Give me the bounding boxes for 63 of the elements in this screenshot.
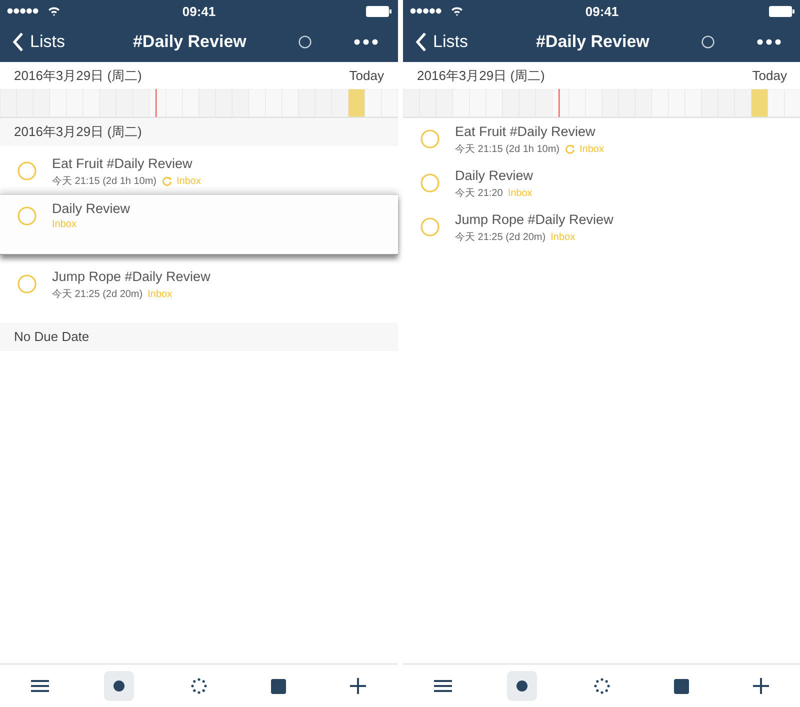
- dragged-task-card[interactable]: Daily Review Inbox: [0, 194, 398, 255]
- date-label: 2016年3月29日 (周二): [417, 66, 545, 84]
- checkbox-circle[interactable]: [17, 274, 37, 294]
- task-title: Eat Fruit #Daily Review: [455, 124, 596, 139]
- back-button[interactable]: Lists: [415, 32, 468, 52]
- task-title: Jump Rope #Daily Review: [52, 269, 210, 284]
- chevron-left-icon: [12, 32, 24, 52]
- task-row[interactable]: Jump Rope #Daily Review 今天 21:25 (2d 20m) Inbox: [403, 206, 800, 250]
- list-label: Inbox: [580, 144, 604, 154]
- task-title: Eat Fruit #Daily Review: [52, 156, 194, 171]
- dot-tab[interactable]: [104, 671, 134, 701]
- chevron-left-icon: [415, 32, 427, 52]
- square-icon: [271, 678, 286, 694]
- due-time: 今天 21:20: [455, 187, 503, 200]
- due-time: 今天 21:15 (2d 1h 10m): [455, 143, 560, 156]
- today-button[interactable]: Today: [349, 68, 384, 83]
- circle-icon[interactable]: [701, 35, 715, 49]
- due-time: 今天 21:15 (2d 1h 10m): [52, 175, 156, 188]
- menu-icon: [30, 679, 49, 693]
- task-row[interactable]: Daily Review 今天 21:20 Inbox: [403, 162, 800, 206]
- status-time: 09:41: [181, 4, 217, 18]
- section-header: 2016年3月29日 (周二): [0, 118, 398, 146]
- more-icon[interactable]: [354, 39, 378, 45]
- battery-icon: [366, 6, 392, 16]
- list-label: Inbox: [148, 288, 172, 300]
- square-icon: [674, 678, 690, 694]
- due-time: 今天 21:25 (2d 20m): [52, 288, 143, 301]
- dotted-circle-icon: [594, 678, 610, 694]
- task-row[interactable]: Eat Fruit #Daily Review 今天 21:15 (2d 1h 10m) Inbox: [0, 150, 398, 194]
- due-time: 今天 21:25 (2d 20m): [455, 231, 546, 244]
- screen-title: #Daily Review: [132, 32, 246, 52]
- list-label: Inbox: [176, 176, 201, 186]
- checkbox-circle[interactable]: [420, 217, 440, 237]
- list-label: Inbox: [52, 219, 76, 230]
- task-title: Daily Review: [455, 168, 534, 183]
- more-icon[interactable]: [757, 39, 781, 45]
- dotted-circle-icon: [190, 678, 207, 694]
- dot-tab[interactable]: [507, 671, 538, 701]
- status-time: 09:41: [584, 4, 620, 18]
- plus-icon: [350, 678, 366, 694]
- checkbox-circle[interactable]: [420, 173, 440, 193]
- date-label: 2016年3月29日 (周二): [14, 66, 142, 84]
- menu-icon: [434, 679, 452, 693]
- back-button[interactable]: Lists: [12, 32, 65, 52]
- wifi-icon: [48, 6, 60, 16]
- list-label: Inbox: [508, 188, 532, 198]
- battery-icon: [769, 6, 795, 16]
- checkbox-circle[interactable]: [17, 206, 37, 226]
- screen-title: #Daily Review: [536, 32, 650, 52]
- dot-icon: [516, 680, 528, 692]
- checkbox-circle[interactable]: [420, 129, 440, 149]
- today-button[interactable]: Today: [752, 68, 787, 83]
- wifi-icon: [451, 6, 463, 16]
- dot-icon: [113, 680, 126, 692]
- section-header: No Due Date: [0, 323, 398, 351]
- circle-icon[interactable]: [298, 35, 312, 49]
- task-row[interactable]: Eat Fruit #Daily Review 今天 21:15 (2d 1h 10m) Inbox: [403, 118, 800, 162]
- plus-icon: [753, 678, 770, 694]
- checkbox-circle[interactable]: [17, 161, 37, 181]
- task-row[interactable]: Jump Rope #Daily Review 今天 21:25 (2d 20m) Inbox: [0, 263, 398, 307]
- list-label: Inbox: [550, 232, 576, 242]
- task-title: Daily Review: [52, 201, 130, 216]
- task-title: Jump Rope #Daily Review: [455, 212, 614, 227]
